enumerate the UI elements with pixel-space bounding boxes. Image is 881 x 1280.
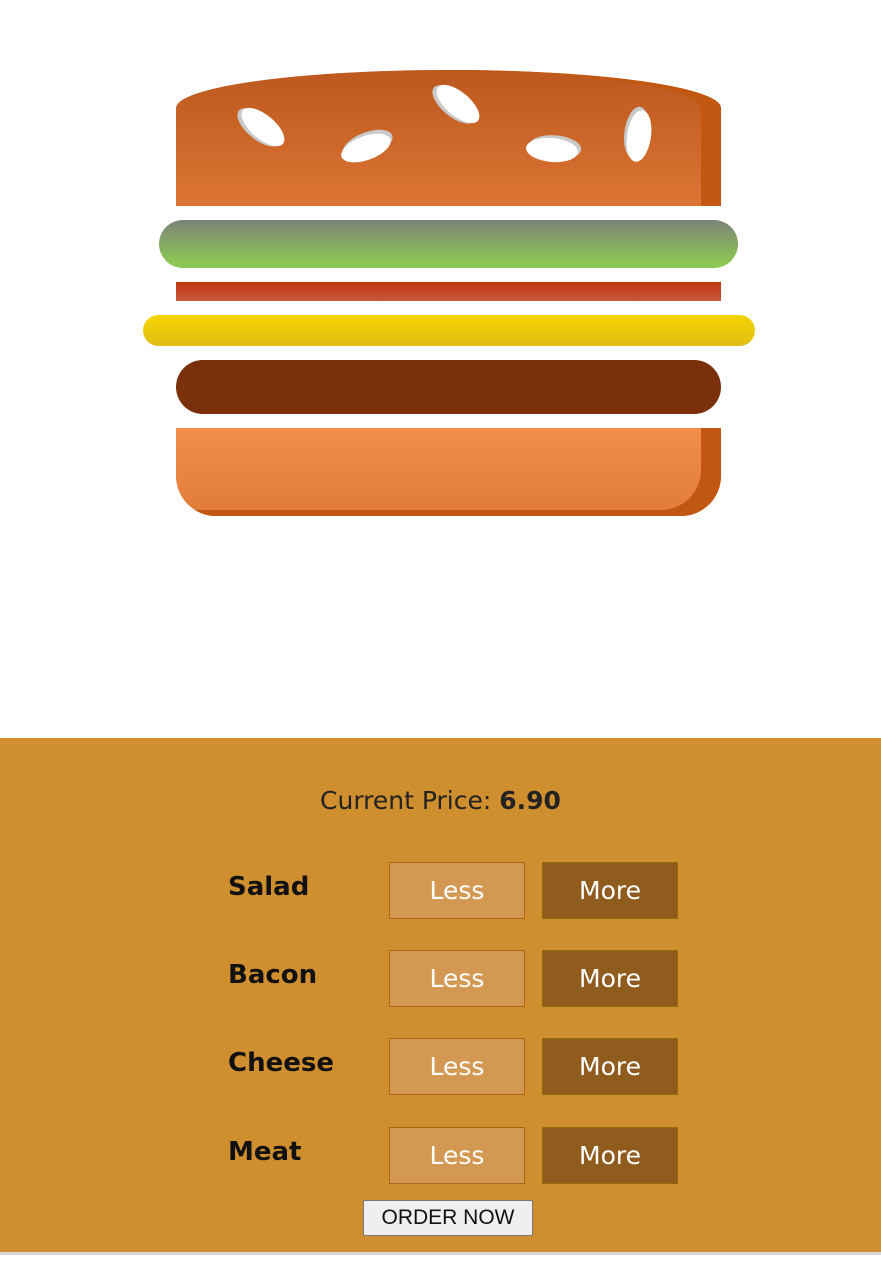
control-cheese: Cheese Less More	[228, 1038, 688, 1096]
bacon-more-button[interactable]: More	[542, 950, 678, 1007]
salad-layer	[159, 220, 738, 268]
bread-top	[176, 70, 721, 206]
meat-more-button[interactable]: More	[542, 1127, 678, 1184]
control-label-meat: Meat	[228, 1137, 302, 1167]
sesame-seed	[525, 135, 579, 165]
sesame-seed	[430, 78, 486, 130]
control-salad: Salad Less More	[228, 862, 688, 920]
price-value: 6.90	[499, 786, 561, 815]
bacon-layer	[176, 282, 721, 301]
control-label-cheese: Cheese	[228, 1048, 334, 1078]
control-label-salad: Salad	[228, 872, 310, 902]
meat-less-button[interactable]: Less	[389, 1127, 525, 1184]
cheese-less-button[interactable]: Less	[389, 1038, 525, 1095]
burger-preview	[0, 0, 881, 738]
cheese-layer	[143, 315, 755, 346]
control-meat: Meat Less More	[228, 1127, 688, 1185]
build-controls: Current Price: 6.90 Salad Less More Baco…	[0, 738, 881, 1255]
cheese-more-button[interactable]: More	[542, 1038, 678, 1095]
order-now-button[interactable]: ORDER NOW	[363, 1200, 533, 1236]
control-label-bacon: Bacon	[228, 960, 318, 990]
price-label: Current Price:	[320, 786, 500, 815]
bacon-less-button[interactable]: Less	[389, 950, 525, 1007]
current-price: Current Price: 6.90	[0, 786, 881, 815]
sesame-seed	[235, 101, 291, 153]
bread-bottom	[176, 428, 721, 516]
control-bacon: Bacon Less More	[228, 950, 688, 1008]
meat-layer	[176, 360, 721, 414]
salad-less-button[interactable]: Less	[389, 862, 525, 919]
salad-more-button[interactable]: More	[542, 862, 678, 919]
sesame-seed	[337, 127, 395, 169]
sesame-seed	[623, 108, 655, 164]
